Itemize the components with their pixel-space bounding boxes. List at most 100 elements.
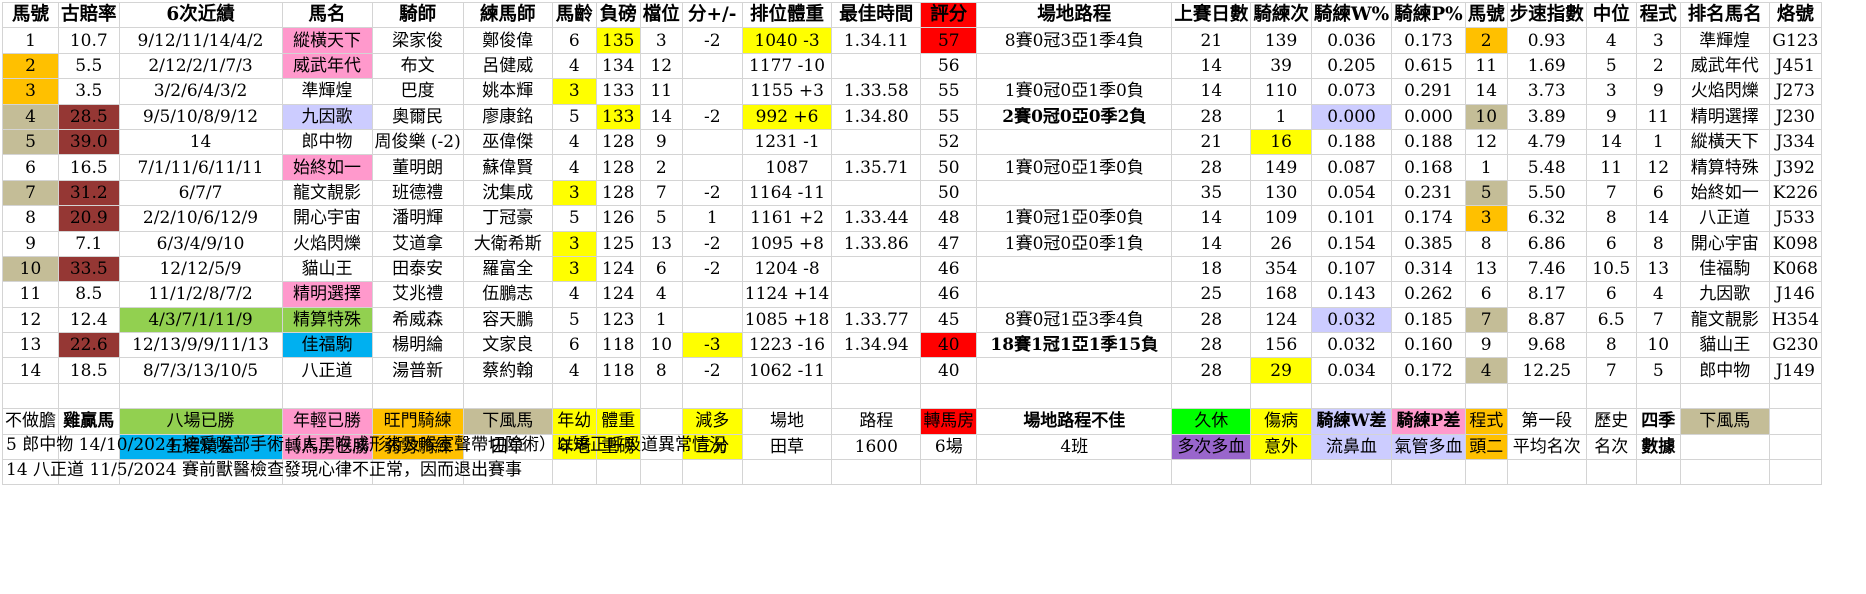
empty-cell[interactable] [1391,459,1466,486]
table-cell[interactable]: J334 [1768,128,1823,156]
empty-cell[interactable] [1171,459,1252,486]
table-cell[interactable] [831,357,922,384]
table-cell[interactable]: 9/5/10/8/9/12 [118,103,283,130]
table-cell[interactable]: 14 [1171,205,1252,232]
table-cell[interactable]: 1223 -16 [741,332,833,359]
table-cell[interactable]: 11 [1635,103,1681,130]
table-cell[interactable]: 123 [595,306,641,334]
table-cell[interactable]: 16.5 [58,154,120,181]
table-cell[interactable]: 潘明輝 [371,205,464,232]
empty-cell[interactable] [920,382,978,410]
table-cell[interactable]: 1 [2,27,59,54]
table-cell[interactable]: 1161 +2 [741,205,833,232]
table-cell[interactable]: 精算特殊 [281,306,373,334]
table-cell[interactable]: 容天鵬 [462,306,553,334]
table-cell[interactable]: 班德禮 [371,179,464,207]
table-cell[interactable]: 7 [1635,306,1681,334]
empty-cell[interactable] [118,382,283,410]
table-cell[interactable]: 9/12/11/14/4/2 [118,27,283,54]
table-cell[interactable]: 10 [639,332,683,359]
table-cell[interactable]: 4 [1464,357,1508,384]
table-cell[interactable]: 準輝煌 [1679,27,1770,54]
table-cell[interactable]: G230 [1768,332,1823,359]
empty-cell[interactable] [976,382,1173,410]
table-cell[interactable]: 田泰安 [371,255,464,283]
table-cell[interactable]: 14 [1171,52,1252,80]
table-cell[interactable]: 艾道拿 [371,230,464,257]
table-cell[interactable]: 0.054 [1310,179,1393,207]
table-cell[interactable]: 0.314 [1391,255,1466,283]
table-cell[interactable]: 1 [639,306,683,334]
table-cell[interactable]: 5.50 [1506,179,1587,207]
table-cell[interactable]: 4 [551,52,597,80]
empty-cell[interactable] [1310,459,1393,486]
table-cell[interactable]: 57 [920,27,978,54]
table-cell[interactable]: 7 [1585,179,1637,207]
table-cell[interactable]: 12/13/9/9/11/13 [118,332,283,359]
table-cell[interactable]: 3 [551,179,597,207]
table-cell[interactable]: 1124 +14 [741,281,833,308]
table-cell[interactable]: 2賽0冠0亞0季2負 [976,103,1173,130]
table-cell[interactable]: 呂健威 [462,52,553,80]
table-cell[interactable]: 0.036 [1310,27,1393,54]
table-cell[interactable]: G123 [1768,27,1823,54]
table-cell[interactable]: 蘇偉賢 [462,154,553,181]
table-cell[interactable]: 威武年代 [1679,52,1770,80]
empty-cell[interactable] [1250,459,1312,486]
table-cell[interactable]: 128 [595,154,641,181]
table-cell[interactable]: 12 [639,52,683,80]
empty-cell[interactable] [1679,433,1770,461]
table-cell[interactable]: 14 [2,357,59,384]
table-cell[interactable]: J146 [1768,281,1823,308]
table-cell[interactable]: 20.9 [58,205,120,232]
empty-cell[interactable] [831,459,922,486]
table-cell[interactable]: 14 [1464,78,1508,105]
table-cell[interactable]: 10.5 [1585,255,1637,283]
table-cell[interactable]: 3 [1585,78,1637,105]
table-cell[interactable]: 縱橫天下 [1679,128,1770,156]
table-cell[interactable]: 1賽0冠1亞0季0負 [976,205,1173,232]
table-cell[interactable]: 12 [2,306,59,334]
table-cell[interactable]: 12.4 [58,306,120,334]
table-cell[interactable]: 7.46 [1506,255,1587,283]
empty-cell[interactable] [1768,382,1823,410]
table-cell[interactable]: 1 [1635,128,1681,156]
table-cell[interactable]: 1040 -3 [741,27,833,54]
table-cell[interactable]: 6/3/4/9/10 [118,230,283,257]
table-cell[interactable] [831,281,922,308]
table-cell[interactable]: 2/2/10/6/12/9 [118,205,283,232]
table-cell[interactable]: 貓山王 [1679,332,1770,359]
table-cell[interactable]: 2 [639,154,683,181]
table-cell[interactable]: 6.5 [1585,306,1637,334]
table-cell[interactable]: 128 [595,128,641,156]
table-cell[interactable]: 文家良 [462,332,553,359]
table-cell[interactable]: 始終如一 [281,154,373,181]
table-cell[interactable]: 1.33.44 [831,205,922,232]
table-cell[interactable]: 0.101 [1310,205,1393,232]
table-cell[interactable]: 56 [920,52,978,80]
table-cell[interactable]: 2 [1464,27,1508,54]
table-cell[interactable]: 1賽0冠0亞1季0負 [976,78,1173,105]
table-cell[interactable] [681,281,743,308]
table-cell[interactable]: 1177 -10 [741,52,833,80]
table-cell[interactable]: J230 [1768,103,1823,130]
table-cell[interactable]: 7.1 [58,230,120,257]
table-cell[interactable] [681,78,743,105]
table-cell[interactable]: 12.25 [1506,357,1587,384]
table-cell[interactable]: 22.6 [58,332,120,359]
empty-cell[interactable] [1171,382,1252,410]
table-cell[interactable]: 4 [1635,281,1681,308]
table-cell[interactable]: 梁家俊 [371,27,464,54]
table-cell[interactable]: 1.34.94 [831,332,922,359]
table-cell[interactable]: 縱橫天下 [281,27,373,54]
table-cell[interactable]: 2/12/2/1/7/3 [118,52,283,80]
table-cell[interactable]: 8 [1464,230,1508,257]
table-cell[interactable]: 6 [551,332,597,359]
table-cell[interactable]: 1.35.71 [831,154,922,181]
table-cell[interactable]: 0.154 [1310,230,1393,257]
table-cell[interactable]: K098 [1768,230,1823,257]
table-cell[interactable]: 沈集成 [462,179,553,207]
empty-cell[interactable] [1506,382,1587,410]
table-cell[interactable]: 8賽0冠3亞1季4負 [976,27,1173,54]
table-cell[interactable]: 4/3/7/1/11/9 [118,306,283,334]
